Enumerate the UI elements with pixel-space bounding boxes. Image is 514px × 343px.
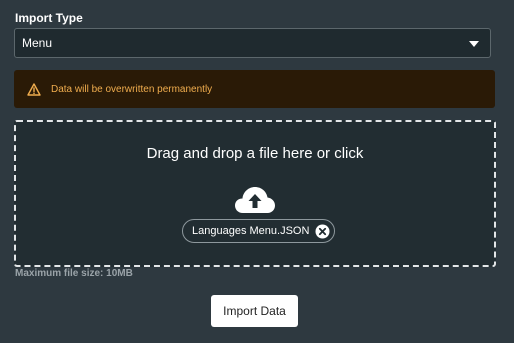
file-dropzone[interactable]: Drag and drop a file here or click Langu… [14,120,496,267]
import-type-label: Import Type [15,11,83,25]
warning-triangle-icon [27,82,41,96]
file-name: Languages Menu.JSON [192,225,310,237]
import-type-value: Menu [22,36,53,50]
dropzone-title: Drag and drop a file here or click [146,145,364,162]
cloud-upload-icon [234,186,276,219]
import-data-button[interactable]: Import Data [211,295,298,327]
chevron-down-icon [469,41,479,47]
warning-alert: Data will be overwritten permanently [14,70,495,108]
import-type-select[interactable]: Menu [14,28,491,58]
remove-file-icon[interactable] [315,224,330,239]
file-chip: Languages Menu.JSON [182,219,336,243]
warning-text: Data will be overwritten permanently [51,83,213,95]
max-file-size-text: Maximum file size: 10MB [15,268,133,279]
